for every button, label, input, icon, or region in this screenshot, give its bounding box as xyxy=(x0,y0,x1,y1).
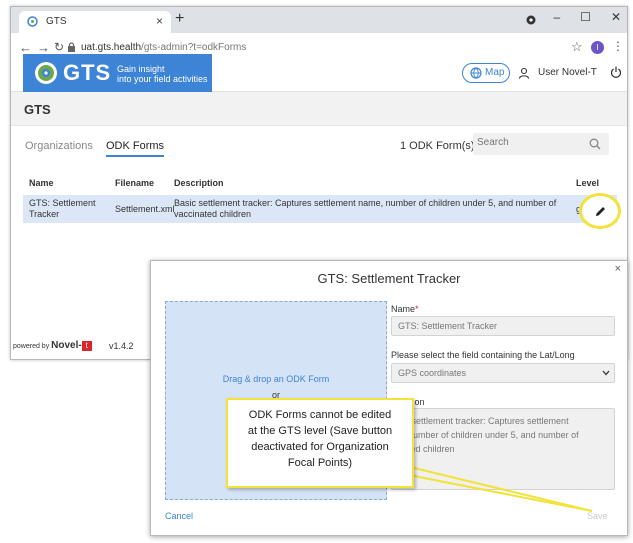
annotation-callout: ODK Forms cannot be edited at the GTS le… xyxy=(226,398,414,488)
callout-line-4: Focal Points) xyxy=(287,457,353,469)
callout-line-2: at the GTS level (Save button xyxy=(247,425,393,437)
callout-line-1: ODK Forms cannot be edited xyxy=(248,409,392,421)
callout-line-3: deactivated for Organization xyxy=(251,441,389,453)
